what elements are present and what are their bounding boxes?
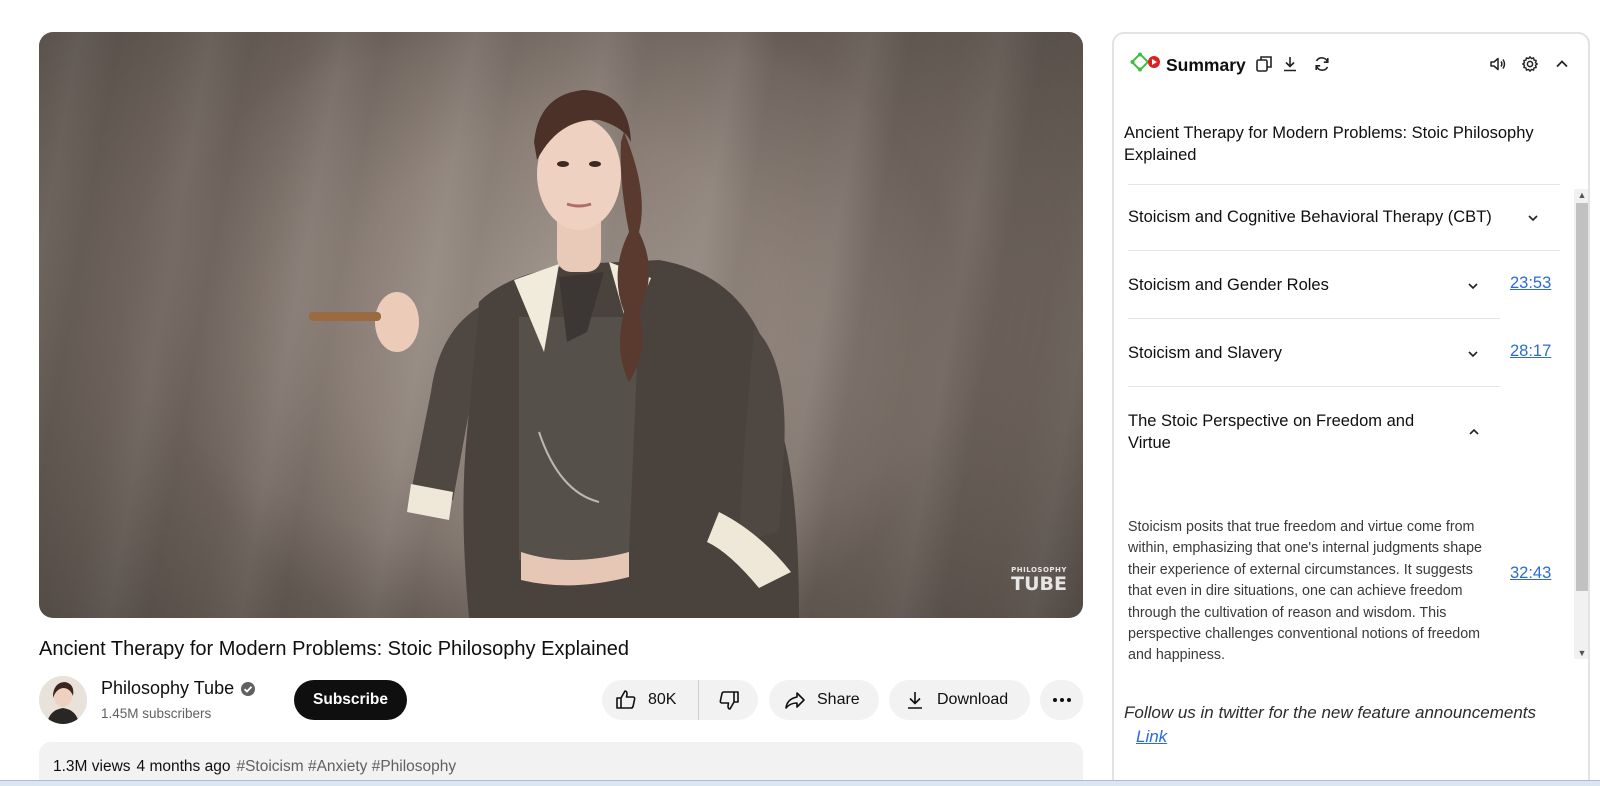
download-icon [1284, 57, 1296, 72]
timestamp-link-freedom-virtue[interactable]: 32:43 [1510, 564, 1551, 583]
refresh-icon [1315, 57, 1329, 71]
download-button[interactable]: Download [889, 680, 1030, 720]
section-title-slavery[interactable]: Stoicism and Slavery [1128, 342, 1468, 364]
summary-logo-icon [1130, 52, 1160, 72]
scrollbar-thumb[interactable] [1576, 203, 1588, 591]
timestamp-link-gender-roles[interactable]: 23:53 [1510, 274, 1551, 293]
more-actions-button[interactable] [1040, 680, 1083, 720]
share-button[interactable]: Share [769, 680, 879, 720]
download-summary-button[interactable] [1280, 54, 1300, 74]
like-icon [616, 690, 636, 709]
channel-row: Philosophy Tube 1.45M subscribers Subscr… [39, 676, 1083, 724]
download-icon [908, 692, 922, 709]
summary-panel: Summary Ancient Therapy for Modern Probl… [1112, 32, 1590, 786]
section-title-freedom-virtue[interactable]: The Stoic Perspective on Freedom and Vir… [1128, 410, 1438, 454]
subscriber-count: 1.45M subscribers [101, 706, 212, 721]
scroll-up-arrow[interactable]: ▲ [1577, 190, 1587, 200]
chevron-up-icon[interactable] [1467, 425, 1481, 439]
dislike-icon [719, 691, 739, 710]
channel-watermark: PHILOSOPHY TUBE [1011, 567, 1067, 594]
download-label: Download [937, 691, 1009, 708]
collapse-panel-button[interactable] [1552, 54, 1572, 74]
summary-sections-list: Stoicism and Cognitive Behavioral Therap… [1128, 184, 1560, 662]
summary-scrollbar[interactable]: ▲ ▼ [1574, 189, 1588, 659]
subscribe-button[interactable]: Subscribe [294, 680, 407, 720]
share-label: Share [817, 691, 860, 708]
more-icon [1052, 698, 1071, 702]
section-divider [1128, 318, 1500, 319]
volume-icon [1490, 57, 1506, 71]
dislike-button[interactable] [699, 680, 758, 720]
channel-name[interactable]: Philosophy Tube [101, 678, 234, 699]
twitter-link[interactable]: Link [1136, 727, 1167, 747]
chevron-down-icon[interactable] [1466, 347, 1480, 361]
watermark-bottom-text: TUBE [1011, 573, 1067, 595]
copy-icon [1256, 56, 1272, 72]
avatar-image [39, 676, 87, 724]
taskbar-edge [0, 780, 1600, 786]
video-player[interactable]: PHILOSOPHY TUBE [39, 32, 1083, 618]
video-frame-person [309, 90, 799, 618]
section-title-gender-roles[interactable]: Stoicism and Gender Roles [1128, 274, 1468, 296]
channel-avatar[interactable] [39, 676, 87, 724]
chevron-down-icon[interactable] [1466, 279, 1480, 293]
text-to-speech-button[interactable] [1488, 54, 1508, 74]
section-title-cbt[interactable]: Stoicism and Cognitive Behavioral Therap… [1128, 206, 1560, 228]
description-meta: 1.3M views 4 months ago #Stoicism #Anxiety… [53, 758, 456, 776]
refresh-button[interactable] [1312, 54, 1332, 74]
settings-button[interactable] [1520, 54, 1540, 74]
chevron-down-icon[interactable] [1526, 211, 1540, 225]
like-button[interactable]: 80K [602, 680, 699, 720]
like-dislike-group: 80K [602, 680, 758, 720]
summary-title: Summary [1166, 55, 1246, 75]
gear-icon [1522, 56, 1538, 72]
timestamp-link-slavery[interactable]: 28:17 [1510, 342, 1551, 361]
section-body-freedom-virtue: Stoicism posits that true freedom and vi… [1128, 519, 1483, 662]
section-divider [1128, 250, 1560, 251]
summary-video-title: Ancient Therapy for Modern Problems: Sto… [1124, 124, 1534, 164]
video-title: Ancient Therapy for Modern Problems: Sto… [39, 638, 629, 660]
scroll-down-arrow[interactable]: ▼ [1577, 648, 1587, 658]
view-count: 1.3M views [53, 758, 131, 775]
hashtags[interactable]: #Stoicism #Anxiety #Philosophy [236, 758, 456, 775]
share-icon [785, 692, 805, 709]
verified-icon [241, 681, 256, 696]
section-divider [1128, 184, 1560, 185]
channel-name-group: Philosophy Tube [101, 678, 256, 699]
chevron-up-icon [1556, 60, 1568, 68]
summary-header: Summary [1114, 34, 1588, 94]
upload-age: 4 months ago [136, 758, 231, 775]
section-divider [1128, 386, 1500, 387]
copy-button[interactable] [1254, 54, 1274, 74]
follow-announcement: Follow us in twitter for the new feature… [1124, 703, 1536, 722]
like-count: 80K [648, 691, 677, 708]
